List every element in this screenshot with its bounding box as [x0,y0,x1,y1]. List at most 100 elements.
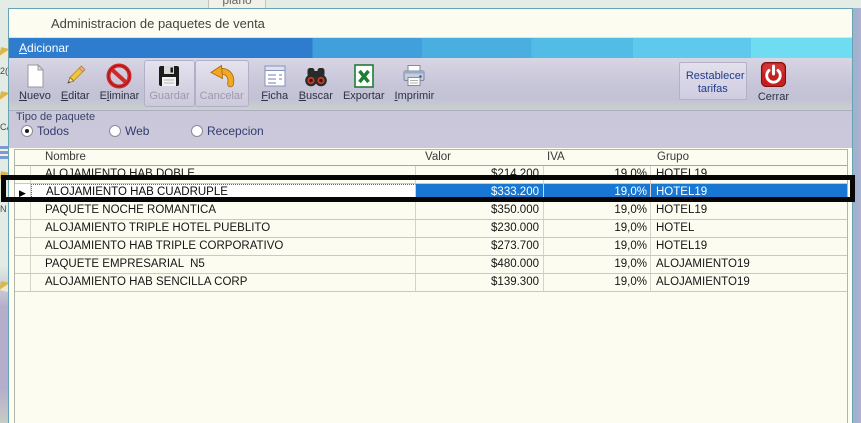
cell-valor[interactable]: $230.000 [416,220,544,237]
cell-iva[interactable]: 19,0% [544,238,651,255]
radio-unselected-icon [109,125,121,137]
column-header-nombre[interactable]: Nombre [31,150,416,165]
form-icon [261,62,289,90]
no-entry-icon [105,62,133,90]
save-button[interactable]: Guardar [144,60,194,107]
table-row-selected[interactable]: ▶ ALOJAMIENTO HAB CUADRUPLE $333.200 19,… [15,184,847,202]
background-window-left-strip: 2( CA N [0,8,8,423]
cell-iva[interactable]: 19,0% [544,220,651,237]
cell-grupo[interactable]: HOTEL19 [651,238,847,255]
packages-admin-window: Administracion de paquetes de venta Adic… [8,8,853,423]
table-row[interactable]: ALOJAMIENTO TRIPLE HOTEL PUEBLITO $230.0… [15,220,847,238]
reset-rates-button[interactable]: Restablecer tarifas [679,62,747,100]
cell-grupo[interactable]: ALOJAMIENTO19 [651,256,847,273]
cell-nombre[interactable]: ALOJAMIENTO HAB TRIPLE CORPORATIVO [31,238,416,255]
menubar: Adicionar [9,38,852,58]
radio-todos[interactable]: Todos [21,124,69,138]
background-chevron-icon [0,47,8,58]
column-header-grupo[interactable]: Grupo [651,150,847,165]
new-page-icon [21,62,49,90]
close-button[interactable]: Cerrar [753,60,794,107]
cell-valor[interactable]: $214.200 [416,166,544,183]
table-row[interactable]: PAQUETE EMPRESARIAL N5 $480.000 19,0% AL… [15,256,847,274]
row-marker-cell [15,202,31,219]
cell-nombre[interactable]: ALOJAMIENTO HAB CUADRUPLE [31,184,416,201]
edit-button[interactable]: Editar [56,60,95,107]
row-marker-cell [15,274,31,291]
cell-grupo[interactable]: HOTEL [651,220,847,237]
cell-nombre[interactable]: ALOJAMIENTO TRIPLE HOTEL PUEBLITO [31,220,416,237]
cell-iva[interactable]: 19,0% [544,202,651,219]
row-marker-cell [15,256,31,273]
new-button[interactable]: Nuevo [14,60,56,107]
excel-icon [350,62,378,90]
package-type-groupbox: Tipo de paquete Todos Web Recepcion [9,110,852,148]
pencil-icon [61,62,89,90]
cell-nombre[interactable]: PAQUETE NOCHE ROMANTICA [31,202,416,219]
delete-button[interactable]: Eliminar [95,60,145,107]
radio-recepcion[interactable]: Recepcion [191,124,264,138]
window-titlebar: Administracion de paquetes de venta [9,9,852,38]
radio-label: Todos [37,124,69,138]
undo-arrow-icon [208,62,236,90]
window-title: Administracion de paquetes de venta [51,16,265,31]
cell-grupo[interactable]: HOTEL19 [651,202,847,219]
radio-row: Todos Web Recepcion [9,124,852,144]
table-row[interactable]: PAQUETE NOCHE ROMANTICA $350.000 19,0% H… [15,202,847,220]
button-label: Cerrar [758,91,789,104]
button-label: Ficha [261,90,288,103]
cell-nombre[interactable]: ALOJAMIENTO HAB SENCILLA CORP [31,274,416,291]
print-button[interactable]: Imprimir [390,60,440,107]
button-label: Editar [61,90,90,103]
cell-iva[interactable]: 19,0% [544,274,651,291]
button-label: Eliminar [100,90,140,103]
row-marker-cell [15,166,31,183]
menu-item-adicionar[interactable]: Adicionar [9,38,79,58]
button-label: Exportar [343,90,385,103]
cell-nombre[interactable]: PAQUETE EMPRESARIAL N5 [31,256,416,273]
cell-grupo[interactable]: HOTEL19 [651,184,847,201]
cell-iva[interactable]: 19,0% [544,256,651,273]
radio-label: Web [125,124,149,138]
cell-valor[interactable]: $480.000 [416,256,544,273]
table-row[interactable]: ALOJAMIENTO HAB TRIPLE CORPORATIVO $273.… [15,238,847,256]
binoculars-icon [302,62,330,90]
background-window-right-strip [853,8,861,423]
cell-valor[interactable]: $139.300 [416,274,544,291]
column-header-iva[interactable]: IVA [544,150,651,165]
background-chevron-icon [0,91,8,102]
cell-grupo[interactable]: ALOJAMIENTO19 [651,274,847,291]
column-header-valor[interactable]: Valor [416,150,544,165]
power-icon [760,61,787,91]
radio-web[interactable]: Web [109,124,149,138]
radio-selected-icon [21,125,33,137]
cancel-button[interactable]: Cancelar [195,60,249,107]
cell-nombre[interactable]: ALOJAMIENTO HAB DOBLE [31,166,416,183]
background-button-plano[interactable]: plano [208,0,266,8]
cell-valor[interactable]: $350.000 [416,202,544,219]
cell-iva[interactable]: 19,0% [544,184,651,201]
export-button[interactable]: Exportar [338,60,390,107]
background-chevron-icon [0,171,8,182]
search-button[interactable]: Buscar [294,60,338,107]
cell-valor[interactable]: $333.200 [416,184,544,201]
printer-icon [400,62,428,90]
background-text-fragment: CA [0,122,8,132]
table-header-row: Nombre Valor IVA Grupo [15,150,847,166]
table-row[interactable]: ALOJAMIENTO HAB SENCILLA CORP $139.300 1… [15,274,847,292]
button-label: Cancelar [200,90,244,103]
selected-row-marker-icon: ▶ [15,184,31,201]
marker-column-header [15,150,31,165]
radio-unselected-icon [191,125,203,137]
cell-valor[interactable]: $273.700 [416,238,544,255]
background-text-fragment: N [0,204,7,214]
button-label: Imprimir [395,90,435,103]
cell-iva[interactable]: 19,0% [544,166,651,183]
toolbar: Nuevo Editar Eliminar Guardar Cancelar [9,58,852,110]
table-row[interactable]: ALOJAMIENTO HAB DOBLE $214.200 19,0% HOT… [15,166,847,184]
groupbox-caption: Tipo de paquete [16,111,95,123]
detail-form-button[interactable]: Ficha [256,60,294,107]
cell-grupo[interactable]: HOTEL19 [651,166,847,183]
row-marker-cell [15,220,31,237]
button-label: Guardar [149,90,189,103]
